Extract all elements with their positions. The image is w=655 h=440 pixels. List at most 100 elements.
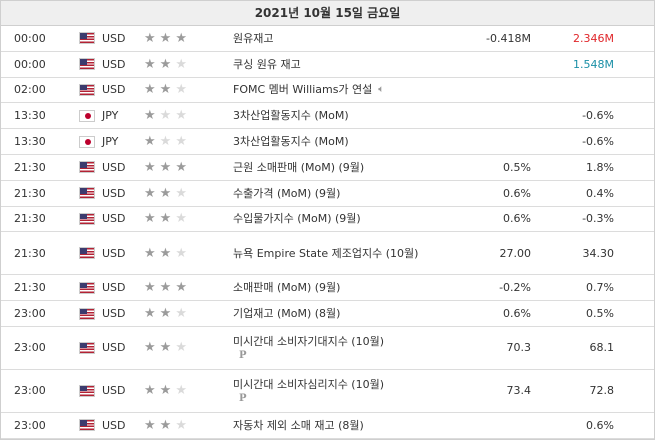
star-icon: ★ [159,134,172,150]
table-row[interactable]: 23:00 USD ★ ★ ★ 자동차 제외 소매 재고 (8월) 0.6% [1,413,654,439]
star-icon: ★ [175,306,187,322]
star-icon: ★ [175,134,187,150]
table-row[interactable]: 23:00 USD ★ ★ ★ 미시간대 소비자심리지수 (10월) P 73.4 72.8 [1,370,654,413]
event-name[interactable]: FOMC 멤버 Williams가 연설 [233,81,372,98]
event-name-cell[interactable]: 미시간대 소비자기대지수 (10월) P [233,327,443,369]
previous-value [453,129,531,154]
currency-code: USD [102,83,126,97]
forecast-value: 1.8% [586,160,614,174]
importance-stars: ★ ★ ★ [144,370,199,412]
previous-value: 0.6% [503,212,531,226]
event-name-cell[interactable]: 뉴욕 Empire State 제조업지수 (10월) [233,232,443,274]
event-name-cell[interactable]: 수입물가지수 (MoM) (9월) [233,207,443,232]
table-row[interactable]: 00:00 USD ★ ★ ★ 원유재고 -0.418M 2.346M [1,26,654,52]
event-name[interactable]: 3차산업활동지수 (MoM) [233,107,349,124]
table-row[interactable]: 13:30 JPY ★ ★ ★ 3차산업활동지수 (MoM) -0.6% [1,103,654,130]
importance-stars: ★ ★ ★ [144,232,199,274]
forecast-value: 1.548M [573,57,614,71]
previous-value: 0.6% [503,186,531,200]
event-name-cell[interactable]: 기업재고 (MoM) (8월) [233,301,443,326]
star-icon: ★ [144,159,156,175]
event-time: 13:30 [14,109,46,123]
currency-code: USD [102,160,126,174]
star-icon: ★ [159,340,172,356]
event-name-cell[interactable]: 미시간대 소비자심리지수 (10월) P [233,370,443,412]
event-name-cell[interactable]: 소매판매 (MoM) (9월) [233,275,443,300]
preliminary-badge: P [239,350,247,362]
table-row[interactable]: 23:00 USD ★ ★ ★ 기업재고 (MoM) (8월) 0.6% 0.5% [1,301,654,327]
flag-cell [79,129,95,154]
forecast-value: 34.30 [582,246,615,260]
event-name-cell[interactable]: 자동차 제외 소매 재고 (8월) [233,413,443,438]
event-name[interactable]: 근원 소매판매 (MoM) (9월) [233,159,364,176]
star-icon: ★ [175,340,187,356]
star-icon: ★ [175,82,187,98]
event-name[interactable]: 수입물가지수 (MoM) (9월) [233,210,361,227]
event-name-cell[interactable]: 쿠싱 원유 재고 [233,52,443,77]
forecast-value: -0.6% [582,135,614,149]
table-row[interactable]: 21:30 USD ★ ★ ★ 수출가격 (MoM) (9월) 0.6% 0.4% [1,181,654,207]
star-icon: ★ [159,211,172,227]
event-list: 00:00 USD ★ ★ ★ 원유재고 -0.418M 2.346M 00:00 USD ★ ★ ★ 쿠… [1,26,654,439]
currency-code: USD [102,281,126,295]
event-name-cell[interactable]: 근원 소매판매 (MoM) (9월) [233,155,443,180]
currency-code: USD [102,57,126,71]
table-row[interactable]: 21:30 USD ★ ★ ★ 뉴욕 Empire State 제조업지수 (10월) 27… [1,232,654,276]
speaker-icon: 🔈︎ [378,84,385,96]
table-row[interactable]: 23:00 USD ★ ★ ★ 미시간대 소비자기대지수 (10월) P 70.3 68.1 [1,327,654,370]
currency-code: USD [102,31,126,45]
previous-value: -0.418M [486,31,531,45]
forecast-value: 72.8 [589,384,615,398]
event-name[interactable]: 소매판매 (MoM) (9월) [233,279,340,296]
us-flag-icon [79,307,95,320]
event-name-cell[interactable]: 3차산업활동지수 (MoM) [233,129,443,154]
us-flag-icon [79,161,95,174]
event-time: 23:00 [14,384,46,398]
star-icon: ★ [144,185,156,201]
star-icon: ★ [144,340,156,356]
star-icon: ★ [175,280,187,296]
table-row[interactable]: 00:00 USD ★ ★ ★ 쿠싱 원유 재고 1.548M [1,52,654,78]
event-name-cell[interactable]: 수출가격 (MoM) (9월) [233,181,443,206]
event-time: 23:00 [14,418,46,432]
flag-cell [79,232,95,274]
event-name[interactable]: 수출가격 (MoM) (9월) [233,185,340,202]
previous-value [453,52,531,77]
star-icon: ★ [144,245,156,261]
event-name[interactable]: 뉴욕 Empire State 제조업지수 (10월) [233,245,418,262]
event-name[interactable]: 자동차 제외 소매 재고 (8월) [233,417,364,434]
table-row[interactable]: 13:30 JPY ★ ★ ★ 3차산업활동지수 (MoM) -0.6% [1,129,654,155]
event-name[interactable]: 기업재고 (MoM) (8월) [233,305,340,322]
previous-value: 73.4 [506,384,532,398]
us-flag-icon [79,83,95,96]
event-name-cell[interactable]: 원유재고 [233,26,443,51]
event-name[interactable]: 미시간대 소비자심리지수 (10월) [233,376,384,393]
flag-cell [79,327,95,369]
previous-value: 70.3 [506,341,532,355]
forecast-value: 0.7% [586,281,614,295]
event-name-cell[interactable]: FOMC 멤버 Williams가 연설 🔈︎ [233,78,443,103]
currency-code: USD [102,186,126,200]
event-name[interactable]: 쿠싱 원유 재고 [233,56,301,73]
star-icon: ★ [144,108,156,124]
event-name[interactable]: 3차산업활동지수 (MoM) [233,133,349,150]
event-time: 00:00 [14,31,46,45]
event-name[interactable]: 원유재고 [233,30,273,47]
jp-flag-icon [79,109,95,122]
event-name[interactable]: 미시간대 소비자기대지수 (10월) [233,333,384,350]
table-row[interactable]: 02:00 USD ★ ★ ★ FOMC 멤버 Williams가 연설 🔈︎ [1,78,654,104]
event-name-cell[interactable]: 3차산업활동지수 (MoM) [233,103,443,128]
event-time: 21:30 [14,186,46,200]
table-row[interactable]: 21:30 USD ★ ★ ★ 수입물가지수 (MoM) (9월) 0.6% -0.3% [1,207,654,233]
star-icon: ★ [144,383,156,399]
table-row[interactable]: 21:30 USD ★ ★ ★ 근원 소매판매 (MoM) (9월) 0.5% 1.8% [1,155,654,181]
us-flag-icon [79,212,95,225]
importance-stars: ★ ★ ★ [144,103,199,128]
currency-code: JPY [102,135,119,149]
event-time: 21:30 [14,246,46,260]
flag-cell [79,26,95,51]
table-row[interactable]: 21:30 USD ★ ★ ★ 소매판매 (MoM) (9월) -0.2% 0.7% [1,275,654,302]
flag-cell [79,301,95,326]
currency-code: USD [102,307,126,321]
economic-calendar: 2021년 10월 15일 금요일 00:00 USD ★ ★ ★ 원유재고 -0.418M… [0,0,655,440]
